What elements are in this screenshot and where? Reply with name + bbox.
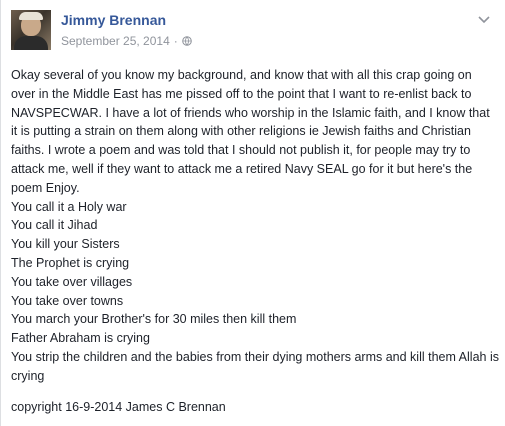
poem-line: You strip the children and the babies fr… <box>11 349 499 383</box>
author-name[interactable]: Jimmy Brennan <box>61 12 166 28</box>
meta-separator: · <box>173 34 178 48</box>
poem-line: You call it a Holy war <box>11 199 127 214</box>
poem: You call it a Holy war You call it Jihad Y… <box>11 198 499 386</box>
post-content: Okay several of you know my background, … <box>11 66 499 416</box>
post-meta: September 25, 2014 · <box>61 34 192 48</box>
poem-line: You march your Brother's for 30 miles th… <box>11 312 297 327</box>
poem-line: You take over towns <box>11 293 124 308</box>
poem-line: You kill your Sisters <box>11 237 120 252</box>
poem-line: You take over villages <box>11 274 133 289</box>
globe-icon[interactable] <box>181 36 192 46</box>
facebook-post: Jimmy Brennan September 25, 2014 · Okay … <box>0 0 505 426</box>
poem-line: You call it Jihad <box>11 218 98 233</box>
chevron-down-icon[interactable] <box>478 16 490 24</box>
post-intro-text: Okay several of you know my background, … <box>11 68 490 195</box>
post-header: Jimmy Brennan September 25, 2014 · <box>11 10 496 54</box>
poem-line: Father Abraham is crying <box>11 331 150 346</box>
copyright-text: copyright 16-9-2014 James C Brennan <box>11 399 226 414</box>
author-avatar[interactable] <box>11 10 51 50</box>
post-date[interactable]: September 25, 2014 <box>61 34 170 48</box>
poem-line: The Prophet is crying <box>11 255 130 270</box>
